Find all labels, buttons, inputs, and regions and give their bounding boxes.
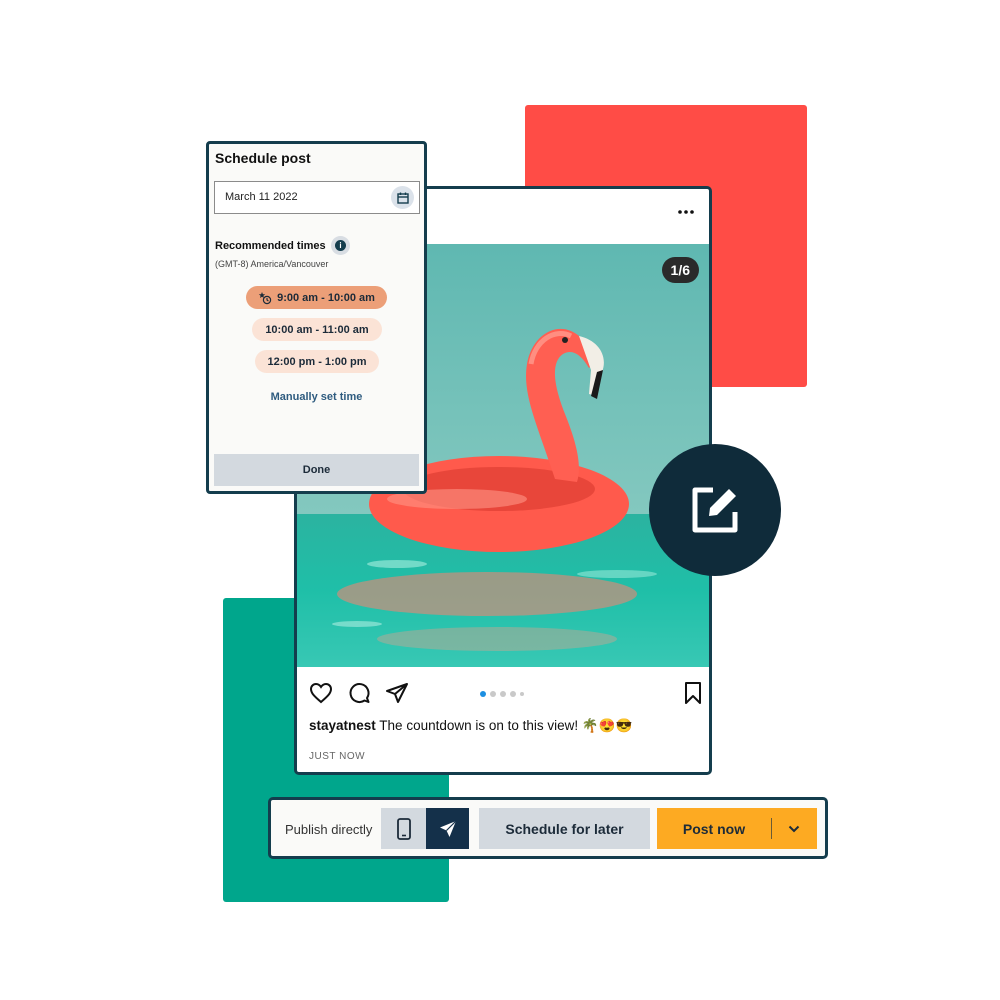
info-icon[interactable]: i [331, 236, 350, 255]
calendar-button[interactable] [391, 186, 414, 209]
mobile-publish-button[interactable] [381, 808, 426, 849]
bookmark-icon[interactable] [681, 681, 705, 705]
done-button[interactable]: Done [214, 454, 419, 486]
ellipsis-icon[interactable] [677, 209, 695, 215]
carousel-dots [480, 691, 524, 697]
post-actions [297, 681, 709, 711]
comment-icon[interactable] [347, 681, 371, 705]
post-now-divider [771, 818, 772, 839]
manually-set-time-link[interactable]: Manually set time [209, 391, 424, 403]
timezone-label: (GMT-8) America/Vancouver [215, 259, 329, 269]
time-slot-label: 9:00 am - 10:00 am [277, 291, 375, 304]
carousel-dot [500, 691, 506, 697]
post-username[interactable]: stayatnest [309, 718, 376, 733]
recommended-times-label: Recommended times [215, 240, 326, 252]
chevron-down-icon [788, 825, 800, 833]
paper-plane-icon [439, 820, 456, 837]
carousel-dot [520, 692, 524, 696]
star-clock-icon [258, 291, 272, 304]
time-slot[interactable]: 9:00 am - 10:00 am [246, 286, 387, 309]
post-timestamp: JUST NOW [309, 751, 366, 762]
direct-publish-button[interactable] [426, 808, 469, 849]
post-now-label: Post now [682, 820, 746, 837]
post-caption: stayatnest The countdown is on to this v… [309, 718, 699, 734]
heart-icon[interactable] [309, 681, 333, 705]
date-value: March 11 2022 [225, 191, 298, 203]
post-now-button[interactable]: Post now [657, 808, 817, 849]
post-caption-text: The countdown is on to this view! 🌴😍😎 [375, 718, 633, 733]
schedule-post-panel: Schedule post March 11 2022 Recommended … [206, 141, 427, 494]
post-now-dropdown[interactable] [781, 820, 807, 838]
panel-title: Schedule post [215, 150, 311, 166]
calendar-icon [396, 192, 409, 204]
time-slot[interactable]: 12:00 pm - 1:00 pm [255, 350, 379, 373]
schedule-for-later-button[interactable]: Schedule for later [479, 808, 650, 849]
carousel-dot [480, 691, 486, 697]
time-slot-label: 12:00 pm - 1:00 pm [267, 355, 367, 368]
time-slot[interactable]: 10:00 am - 11:00 am [252, 318, 382, 341]
send-icon[interactable] [385, 681, 409, 705]
date-field[interactable]: March 11 2022 [214, 181, 420, 214]
time-slot-label: 10:00 am - 11:00 am [265, 323, 369, 336]
carousel-dot [510, 691, 516, 697]
carousel-dot [490, 691, 496, 697]
publish-directly-label: Publish directly [285, 822, 373, 837]
edit-icon [692, 487, 738, 533]
phone-icon [396, 817, 411, 840]
image-counter-badge: 1/6 [661, 257, 699, 283]
publish-bar: Publish directly Schedule for later Post… [268, 797, 828, 859]
edit-button[interactable] [649, 444, 781, 576]
